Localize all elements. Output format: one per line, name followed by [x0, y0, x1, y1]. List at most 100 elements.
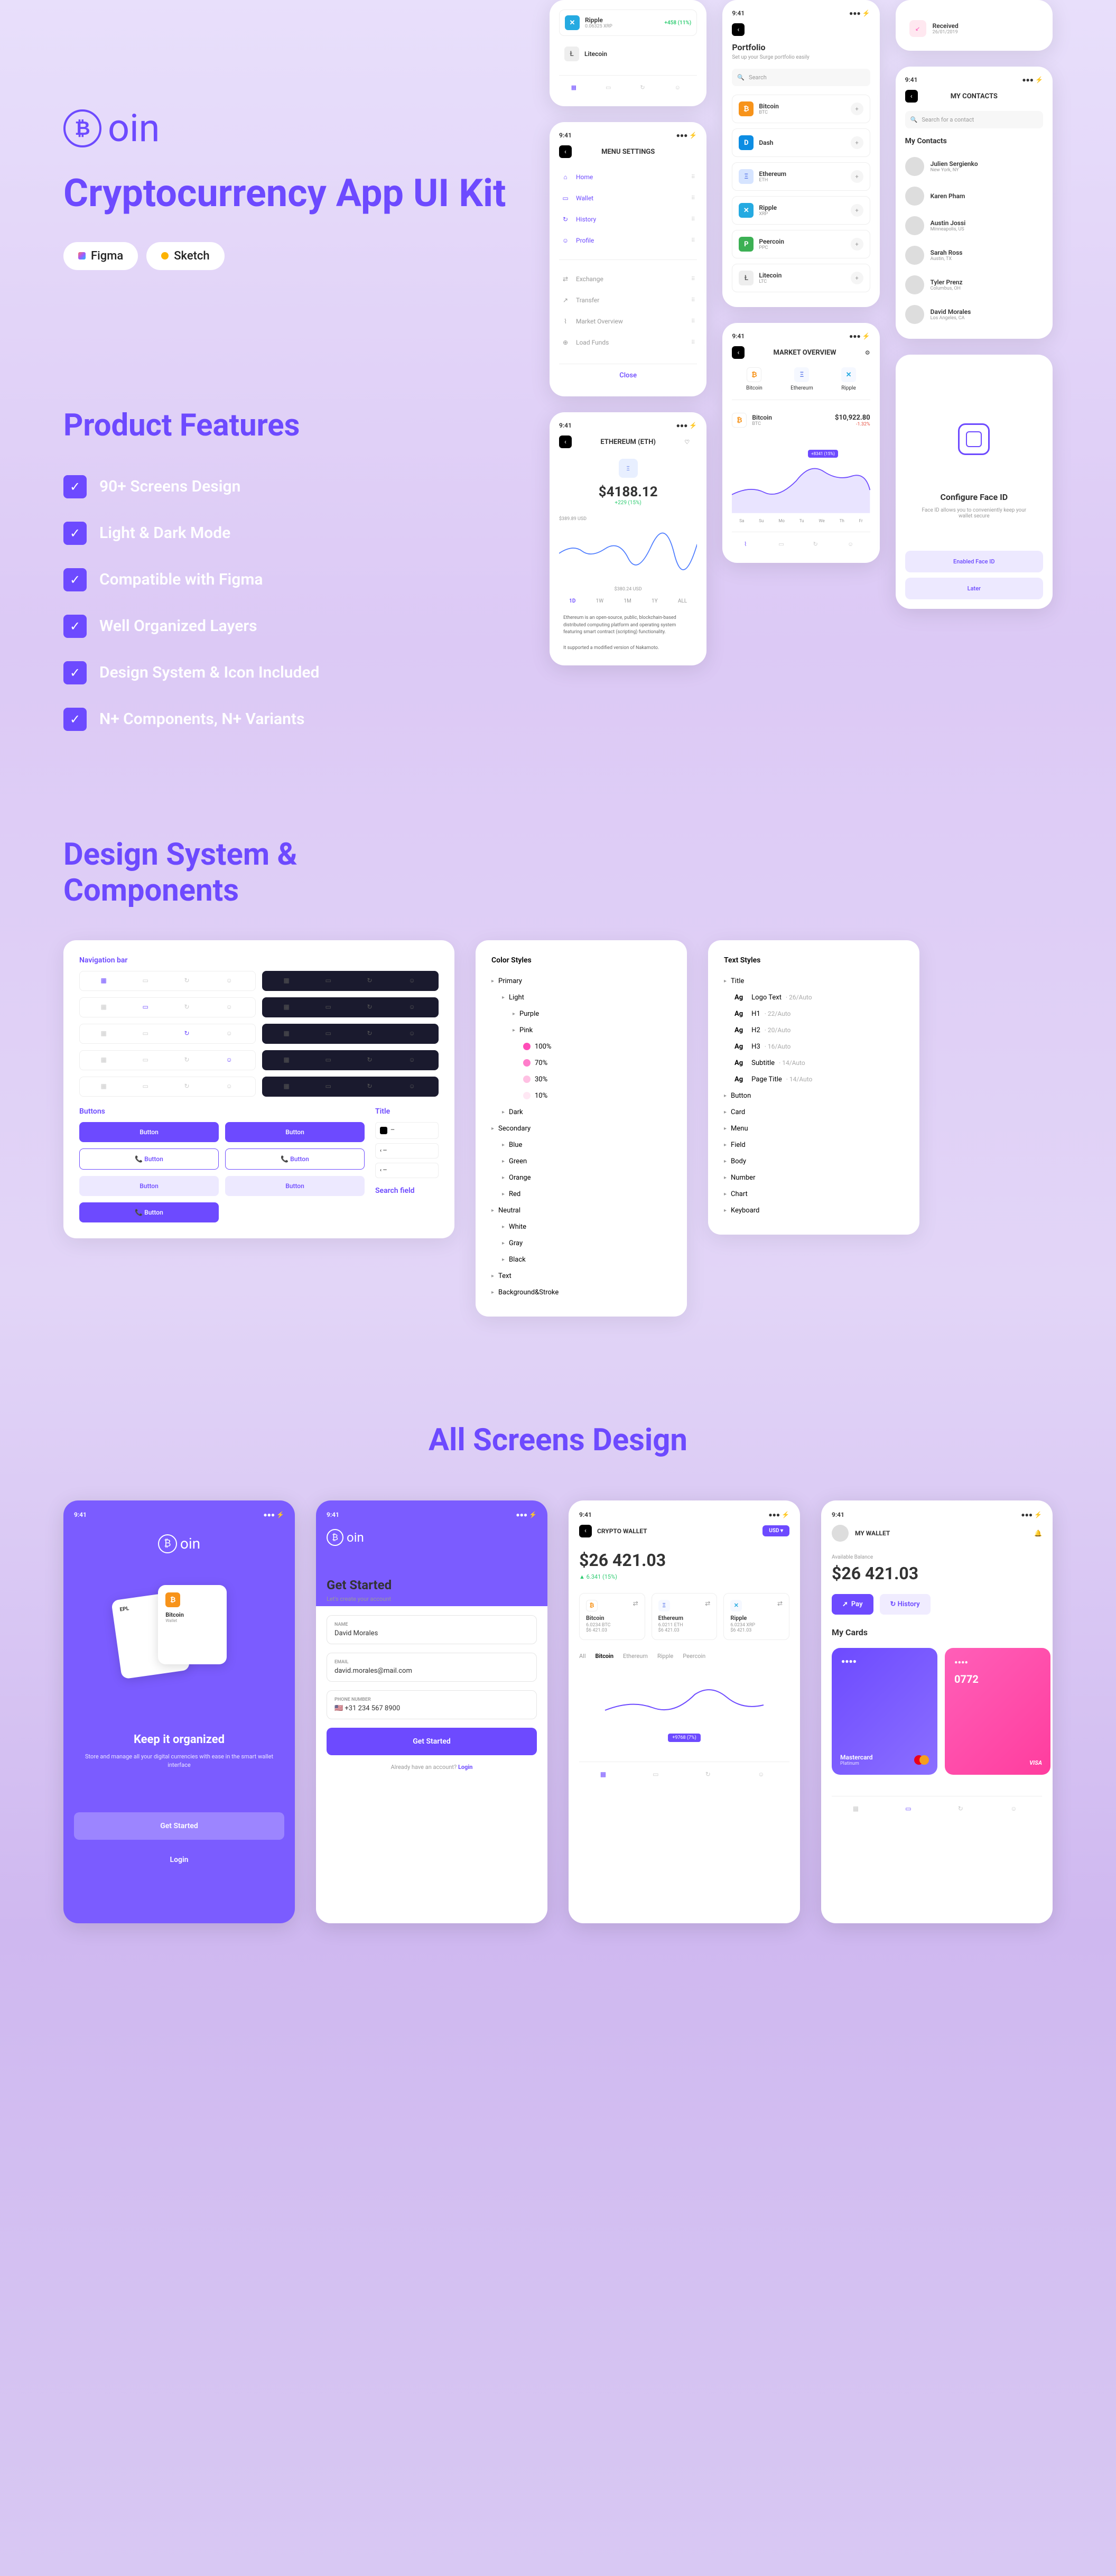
login-button[interactable]: Login	[74, 1846, 284, 1874]
menu-item[interactable]: ⌂Home⠿	[559, 166, 697, 188]
menu-item[interactable]: ☺Profile⠿	[559, 230, 697, 251]
tree-item[interactable]: ▸Green	[491, 1153, 671, 1170]
tree-item[interactable]: ▸Blue	[491, 1137, 671, 1153]
tree-item[interactable]: 100%	[491, 1039, 671, 1055]
tree-item[interactable]: ▸Keyboard	[724, 1202, 904, 1219]
phone-input[interactable]: PHONE NUMBER🇺🇸 +31 234 567 8900	[327, 1690, 537, 1719]
currency-chip[interactable]: USD ▾	[762, 1525, 789, 1536]
mastercard-card[interactable]: ●●●● MastercardPlatinum	[832, 1648, 937, 1775]
tree-item[interactable]: ▸Menu	[724, 1120, 904, 1137]
drag-icon[interactable]: ⠿	[691, 196, 695, 201]
menu-item[interactable]: ↻History⠿	[559, 209, 697, 230]
tree-item[interactable]: ▸Dark	[491, 1104, 671, 1120]
coin-row[interactable]: ✕RippleXRP+	[732, 196, 870, 225]
button-filled[interactable]: 📞 Button	[79, 1202, 219, 1222]
gear-icon[interactable]: ⚙	[865, 349, 870, 356]
button-outline[interactable]: 📞 Button	[79, 1148, 219, 1170]
tree-item[interactable]: ▸Chart	[724, 1186, 904, 1202]
tree-item[interactable]: ▸Neutral	[491, 1202, 671, 1219]
time-tab[interactable]: 1D	[569, 598, 575, 604]
tree-item[interactable]: ▸Light	[491, 989, 671, 1006]
drag-icon[interactable]: ⠿	[691, 340, 695, 346]
nav-chart-icon[interactable]: ⌇	[744, 541, 755, 551]
contact-row[interactable]: Sarah RossAustin, TX	[905, 240, 1043, 270]
nav-home-icon[interactable]: ▦	[571, 84, 582, 95]
tree-item[interactable]: ▸Text	[491, 1268, 671, 1284]
back-button[interactable]: ‹	[732, 23, 745, 36]
coin-row[interactable]: ₿BitcoinBTC+	[732, 95, 870, 123]
nav-wallet-icon[interactable]: ▭	[606, 84, 616, 95]
market-coin[interactable]: ₿Bitcoin	[746, 367, 762, 391]
market-coin[interactable]: ΞEthereum	[790, 367, 813, 391]
market-coin[interactable]: ✕Ripple	[841, 367, 856, 391]
drag-icon[interactable]: ⠿	[691, 298, 695, 303]
tree-item[interactable]: ▸Gray	[491, 1235, 671, 1252]
nav-profile-icon[interactable]: ☺	[758, 1771, 768, 1781]
add-button[interactable]: +	[851, 238, 863, 251]
search-input[interactable]: 🔍Search for a contact	[905, 111, 1043, 128]
tree-item[interactable]: ▸Title	[724, 973, 904, 989]
menu-item[interactable]: ⇄Exchange⠿	[559, 268, 697, 290]
coin-row[interactable]: PPeercoinPPC+	[732, 230, 870, 258]
back-button[interactable]: ‹	[559, 145, 572, 158]
drag-icon[interactable]: ⠿	[691, 238, 695, 244]
nav-home-icon[interactable]: ▦	[600, 1771, 611, 1781]
tree-item[interactable]: AgH1 · 22/Auto	[724, 1006, 904, 1022]
tree-item[interactable]: ▸Number	[724, 1170, 904, 1186]
menu-item[interactable]: ⊕Load Funds⠿	[559, 332, 697, 353]
button-light[interactable]: Button	[79, 1176, 219, 1196]
time-tab[interactable]: 1M	[624, 598, 631, 604]
tree-item[interactable]: ▸Card	[724, 1104, 904, 1120]
tree-item[interactable]: ▸Button	[724, 1088, 904, 1104]
tree-item[interactable]: ▸Orange	[491, 1170, 671, 1186]
time-tab[interactable]: 1W	[596, 598, 604, 604]
mini-coin[interactable]: ₿⇄Bitcoin6.0234 BTC$6 421.03	[579, 1593, 645, 1640]
nav-profile-icon[interactable]: ☺	[848, 541, 858, 551]
nav-profile-icon[interactable]: ☺	[675, 84, 685, 95]
back-button[interactable]: ‹	[559, 435, 572, 448]
tree-item[interactable]: ▸Background&Stroke	[491, 1284, 671, 1301]
tree-item[interactable]: ▸Pink	[491, 1022, 671, 1039]
button-light[interactable]: Button	[225, 1176, 365, 1196]
menu-item[interactable]: ▭Wallet⠿	[559, 188, 697, 209]
tree-item[interactable]: 30%	[491, 1071, 671, 1088]
tree-item[interactable]: ▸Black	[491, 1252, 671, 1268]
back-button[interactable]: ‹	[579, 1525, 592, 1537]
contact-row[interactable]: David MoralesLos Angeles, CA	[905, 300, 1043, 329]
drag-icon[interactable]: ⠿	[691, 174, 695, 180]
coin-tab[interactable]: Ethereum	[623, 1653, 648, 1660]
coin-tab[interactable]: Bitcoin	[596, 1653, 614, 1660]
heart-icon[interactable]: ♡	[684, 439, 697, 446]
nav-profile-icon[interactable]: ☺	[1010, 1805, 1021, 1815]
contact-row[interactable]: Karen Pham	[905, 181, 1043, 211]
email-input[interactable]: EMAILdavid.morales@mail.com	[327, 1653, 537, 1682]
contact-row[interactable]: Tyler PrenzColumbus, OH	[905, 270, 1043, 300]
login-link[interactable]: Login	[458, 1764, 473, 1771]
bell-icon[interactable]: 🔔	[1034, 1530, 1042, 1537]
back-button[interactable]: ‹	[732, 346, 745, 359]
search-input[interactable]: 🔍Search	[732, 69, 870, 86]
button-outline[interactable]: 📞 Button	[225, 1148, 365, 1170]
tree-item[interactable]: AgLogo Text · 26/Auto	[724, 989, 904, 1006]
tree-item[interactable]: AgH2 · 20/Auto	[724, 1022, 904, 1039]
coin-row[interactable]: ΞEthereumETH+	[732, 162, 870, 191]
add-button[interactable]: +	[851, 136, 863, 149]
coin-tab[interactable]: All	[579, 1653, 586, 1660]
visa-card[interactable]: •••• 0772 VISA	[945, 1648, 1050, 1775]
tree-item[interactable]: ▸Red	[491, 1186, 671, 1202]
menu-item[interactable]: ⌇Market Overview⠿	[559, 311, 697, 332]
drag-icon[interactable]: ⠿	[691, 319, 695, 325]
nav-wallet-icon[interactable]: ▭	[778, 541, 789, 551]
time-tab[interactable]: 1Y	[652, 598, 658, 604]
nav-history-icon[interactable]: ↻	[958, 1805, 969, 1815]
name-input[interactable]: NAMEDavid Morales	[327, 1615, 537, 1644]
tree-item[interactable]: 10%	[491, 1088, 671, 1104]
drag-icon[interactable]: ⠿	[691, 276, 695, 282]
add-button[interactable]: +	[851, 170, 863, 183]
mini-coin[interactable]: Ξ⇄Ethereum6.0211 ETH$6 421.03	[652, 1593, 718, 1640]
button-filled[interactable]: Button	[79, 1122, 219, 1142]
later-button[interactable]: Later	[905, 578, 1043, 599]
tree-item[interactable]: AgPage Title · 14/Auto	[724, 1071, 904, 1088]
tree-item[interactable]: ▸Field	[724, 1137, 904, 1153]
coin-tab[interactable]: Ripple	[657, 1653, 673, 1660]
